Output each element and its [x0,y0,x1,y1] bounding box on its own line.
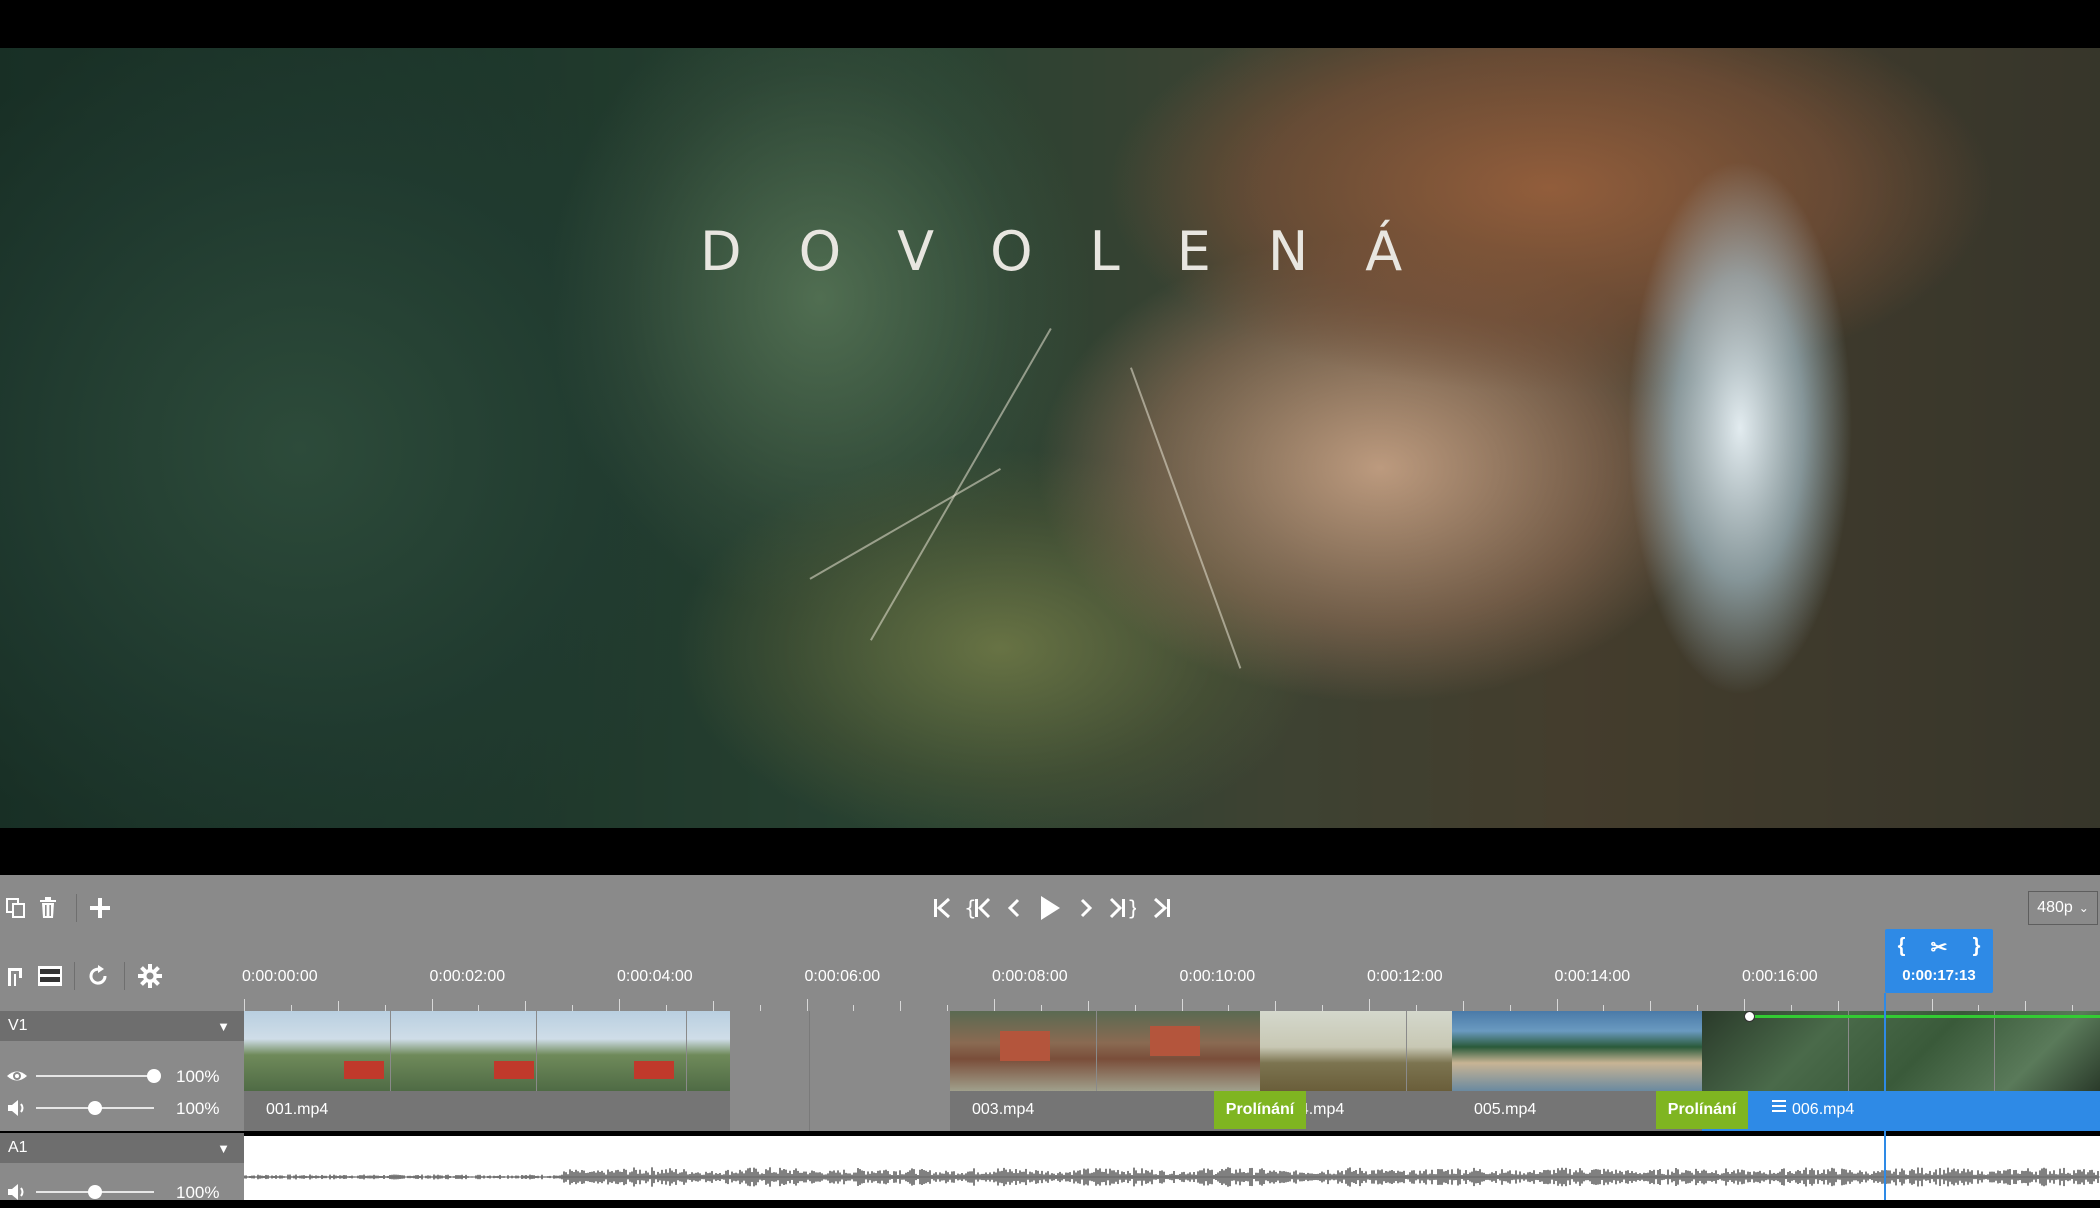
ruler-label: 0:00:04:00 [617,968,693,985]
audio-volume-value: 100% [176,1183,220,1202]
ruler-tick [1650,1001,1652,1011]
title-overlay-text: DOVOLENÁ [700,220,1460,283]
ruler-label: 0:00:08:00 [992,968,1068,985]
video-volume-control: 100% [0,1093,244,1123]
ripple-icon[interactable] [2,960,34,992]
video-track[interactable]: 001.mp4 003.mp4 004.mp4 005.mp4 006.mp4 [244,1011,2100,1131]
video-track-name-bar[interactable]: V1 ▼ [0,1011,244,1041]
ruler-tick [806,999,808,1011]
ruler-tick [1556,999,1558,1011]
skip-to-start-icon[interactable] [926,892,958,924]
visibility-slider[interactable] [36,1075,154,1077]
refresh-icon[interactable] [82,960,114,992]
audio-track-header: A1 ▼ 100% [0,1133,244,1202]
speaker-icon[interactable] [6,1097,28,1119]
ruler-label: 0:00:10:00 [1179,968,1256,985]
clip-label-bar [1702,1091,2100,1131]
ruler-label: 0:00:06:00 [804,968,881,985]
ruler-tick [337,1001,339,1011]
timeline-gap[interactable] [810,1011,954,1131]
trash-icon[interactable] [32,892,64,924]
ruler-tick [994,999,995,1011]
clip-name: 006.mp4 [1792,1101,1855,1118]
ruler-label: 0:00:12:00 [1367,968,1443,985]
resolution-value: 480p [2037,899,2073,916]
ruler-tick [1744,999,1745,1011]
playhead-marker[interactable]: { ✂ } 0:00:17:13 [1885,929,1993,993]
audio-waveform [244,1167,2100,1187]
video-track-header: V1 ▼ 100% 100% [0,1011,244,1131]
ruler-label: 0:00:02:00 [429,968,506,985]
audio-volume-slider-knob[interactable] [88,1185,102,1199]
ruler-label: 0:00:14:00 [1554,968,1631,985]
ruler-label: 0:00:00:00 [242,968,318,985]
svg-text:}: } [1127,897,1136,919]
skip-to-end-icon[interactable] [1146,892,1178,924]
resolution-select[interactable]: 480p ⌄ [2028,891,2098,925]
visibility-slider-knob[interactable] [147,1069,161,1083]
transition-crossfade[interactable]: Prolínání [1656,1091,1748,1129]
ruler-tick [1837,1001,1839,1011]
audio-volume-control: 100% [0,1177,244,1207]
video-volume-value: 100% [176,1099,220,1118]
next-frame-icon[interactable] [1070,892,1102,924]
mark-out-icon[interactable]: } [1973,935,1981,960]
clip-name: 001.mp4 [266,1101,329,1118]
visibility-control: 100% [0,1061,244,1091]
copy-icon[interactable] [0,892,32,924]
video-preview[interactable]: DOVOLENÁ [0,0,2100,875]
ruler-tick [900,1001,902,1011]
plus-icon[interactable] [84,892,116,924]
video-volume-slider-knob[interactable] [88,1101,102,1115]
snap-icon[interactable] [34,960,66,992]
chevron-down-icon: ⌄ [2078,901,2089,915]
timeline-ruler[interactable]: 0:00:00:00 0:00:02:00 0:00:04:00 0:00:06:00… [242,941,2100,1011]
audio-track[interactable] [244,1136,2100,1200]
clip-name: 005.mp4 [1474,1101,1537,1118]
prev-clip-icon[interactable]: { [962,892,994,924]
play-icon[interactable] [1034,892,1066,924]
eye-icon[interactable] [6,1065,28,1087]
track-dropdown-icon[interactable]: ▼ [217,1141,230,1156]
clip-name: 003.mp4 [972,1101,1035,1118]
ruler-tick [712,1001,714,1011]
ruler-tick [2025,1001,2027,1011]
video-track-name: V1 [8,1017,28,1034]
clip-006[interactable]: 006.mp4 [1702,1011,2100,1131]
video-frame [0,48,2100,828]
keyframe-point[interactable] [1744,1011,1755,1022]
mark-in-icon[interactable]: { [1898,935,1906,960]
ruler-tick [1181,999,1183,1011]
visibility-value: 100% [176,1067,220,1086]
ruler-tick [525,1001,527,1011]
audio-track-name: A1 [8,1139,28,1156]
audio-track-name-bar[interactable]: A1 ▼ [0,1133,244,1163]
ruler-label: 0:00:16:00 [1742,968,1818,985]
ruler-tick [1275,1001,1277,1011]
ruler-tick [244,999,245,1011]
ruler-tick [1369,999,1370,1011]
settings-icon[interactable] [134,960,166,992]
timeline-gap[interactable] [730,1011,810,1131]
menu-icon [1772,1099,1786,1117]
track-dropdown-icon[interactable]: ▼ [217,1019,230,1034]
ruler-tick [1462,1001,1464,1011]
next-clip-icon[interactable]: } [1106,892,1138,924]
svg-text:{: { [964,897,977,919]
ruler-tick [1087,1001,1089,1011]
ruler-tick [619,999,620,1011]
timeline-tools [0,941,244,1011]
keyframe-line[interactable] [1750,1015,2100,1018]
clip-001[interactable]: 001.mp4 [244,1011,730,1131]
timeline-header: 0:00:00:00 0:00:02:00 0:00:04:00 0:00:06:00… [0,941,2100,1011]
prev-frame-icon[interactable] [998,892,1030,924]
transition-crossfade[interactable]: Prolínání [1214,1091,1306,1129]
ruler-tick [1931,999,1933,1011]
ruler-tick [431,999,433,1011]
playhead-line[interactable] [1884,993,1886,1200]
scissors-icon[interactable]: ✂ [1931,935,1948,960]
editor-toolbar: { } 480p ⌄ [0,875,2100,941]
playhead-time: 0:00:17:13 [1902,967,1976,984]
